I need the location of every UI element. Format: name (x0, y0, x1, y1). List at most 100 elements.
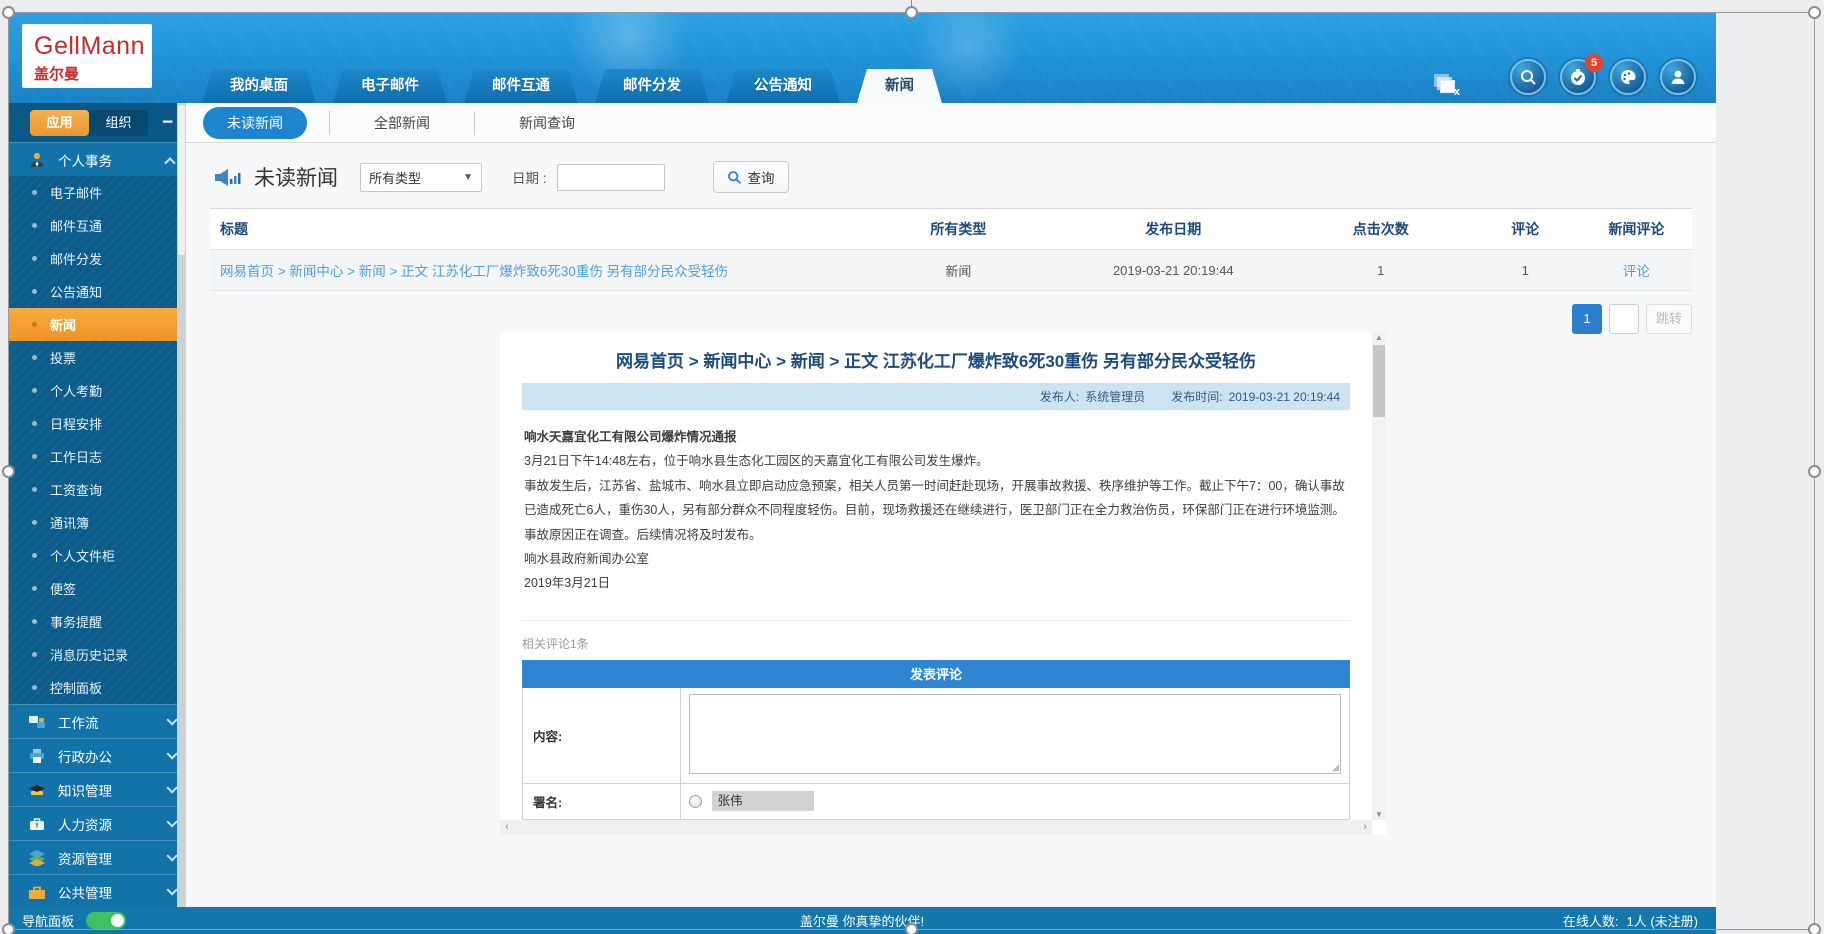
sidebar-group-hr[interactable]: 人力资源 (8, 806, 186, 840)
graduation-icon (29, 784, 45, 795)
sidebar-group-public[interactable]: 公共管理 (8, 874, 186, 907)
detail-vertical-scrollbar[interactable]: ▲ ▼ (1372, 332, 1386, 820)
comment-content-textarea[interactable] (689, 693, 1341, 774)
sidebar-mode-org[interactable]: 组织 (89, 110, 148, 136)
clear-windows-icon[interactable]: x (1434, 74, 1460, 98)
theme-button[interactable] (1610, 59, 1646, 95)
user-button[interactable] (1660, 59, 1696, 95)
sidebar-item-label: 控制面板 (50, 681, 103, 696)
sidebar-item-news[interactable]: 新闻 (8, 308, 186, 341)
sidebar-item-email[interactable]: 电子邮件 (8, 176, 186, 209)
nav-panel-toggle[interactable] (86, 912, 127, 929)
sidebar-scrollbar[interactable] (177, 103, 186, 907)
sidebar-scrollbar-thumb[interactable] (178, 105, 185, 255)
sidebar-group-admin-office[interactable]: 行政办公 (8, 738, 186, 772)
tasks-button[interactable]: 5 (1560, 54, 1603, 95)
page-jump-button[interactable]: 跳转 (1645, 304, 1692, 334)
col-type: 所有类型 (862, 208, 1055, 250)
page-title: 未读新闻 (254, 167, 338, 190)
page-jump-input[interactable] (1608, 304, 1639, 334)
sidebar-item-schedule[interactable]: 日程安排 (8, 407, 186, 440)
logo: GellMann 盖尔曼 (22, 24, 152, 88)
handle-bottom-right[interactable] (1808, 923, 1821, 934)
sidebar-item-reminders[interactable]: 事务提醒 (8, 605, 186, 638)
scroll-down-arrow-icon[interactable]: ▼ (1372, 810, 1386, 819)
cell-date: 2019-03-21 20:19:44 (1054, 249, 1292, 291)
news-title-link[interactable]: 网易首页 > 新闻中心 > 新闻 > 正文 江苏化工厂爆炸致6死30重伤 另有部… (220, 264, 728, 279)
app-window: GellMann 盖尔曼 我的桌面 电子邮件 邮件互通 邮件分发 公告通知 新闻… (8, 12, 1716, 934)
handle-bottom-center[interactable] (905, 923, 918, 934)
sidebar-group-resources[interactable]: 资源管理 (8, 840, 186, 874)
signature-radio[interactable] (689, 794, 702, 808)
sidebar-item-attendance[interactable]: 个人考勤 (8, 374, 186, 407)
filter-toolbar: 未读新闻 所有类型 ▼ 日期 : 查询 (212, 160, 1716, 194)
logo-subtitle: 盖尔曼 (34, 66, 80, 83)
subtab-bar: 未读新闻 全部新闻 新闻查询 (186, 103, 1716, 143)
sidebar-item-control-panel[interactable]: 控制面板 (8, 671, 186, 704)
handle-bottom-left[interactable] (2, 923, 15, 934)
date-input[interactable] (556, 163, 665, 191)
sidebar-item-file-cabinet[interactable]: 个人文件柜 (8, 539, 186, 572)
body-paragraph: 响水天嘉宜化工有限公司爆炸情况通报 (524, 430, 737, 444)
sidebar-item-vote[interactable]: 投票 (8, 341, 186, 374)
handle-top-center[interactable] (905, 6, 918, 19)
bullet-icon (32, 454, 37, 459)
sidebar-mode-bar: 应用 组织 − (8, 103, 186, 142)
bullet-icon (32, 586, 37, 591)
sidebar-item-label: 邮件分发 (50, 252, 103, 267)
subtab-news-search[interactable]: 新闻查询 (475, 113, 619, 133)
type-select[interactable]: 所有类型 ▼ (360, 162, 482, 192)
tab-announcements[interactable]: 公告通知 (726, 69, 840, 103)
sidebar-item-notes[interactable]: 便签 (8, 572, 186, 605)
tab-mail-exchange[interactable]: 邮件互通 (464, 69, 578, 103)
sidebar-group-label: 个人事务 (58, 153, 112, 169)
sidebar-item-contacts[interactable]: 通讯簿 (8, 506, 186, 539)
handle-top-right[interactable] (1808, 6, 1821, 19)
sidebar-group-personal[interactable]: 个人事务 (8, 142, 186, 176)
subtab-all-news[interactable]: 全部新闻 (330, 113, 474, 133)
tab-my-desktop[interactable]: 我的桌面 (202, 69, 316, 103)
handle-top-left[interactable] (2, 6, 15, 19)
query-button[interactable]: 查询 (712, 161, 789, 193)
signature-name: 张伟 (712, 791, 815, 812)
sidebar-collapse-button[interactable]: − (162, 112, 173, 133)
sidebar-mode-app[interactable]: 应用 (30, 109, 89, 136)
scroll-up-arrow-icon[interactable]: ▲ (1372, 333, 1386, 342)
publisher-value: 系统管理员 (1085, 390, 1146, 404)
table-header-row: 标题 所有类型 发布日期 点击次数 评论 新闻评论 (210, 208, 1692, 250)
col-comments: 评论 (1469, 208, 1581, 250)
detail-horizontal-scrollbar[interactable]: ‹ › (500, 820, 1372, 835)
search-button[interactable] (1510, 59, 1546, 95)
scroll-right-arrow-icon[interactable]: › (1363, 820, 1367, 835)
type-select-value: 所有类型 (369, 170, 422, 186)
sidebar-item-label: 新闻 (50, 318, 77, 333)
content-area: 未读新闻 全部新闻 新闻查询 未读新闻 所有类型 ▼ 日期 : 查询 标题 所有… (186, 103, 1716, 907)
printer-icon (30, 748, 44, 763)
page-number-current[interactable]: 1 (1571, 304, 1602, 334)
tab-news[interactable]: 新闻 (857, 69, 942, 103)
sidebar-group-workflow[interactable]: 工作流 (8, 704, 186, 738)
bullet-icon (32, 553, 37, 558)
sidebar-item-mail-exchange[interactable]: 邮件互通 (8, 209, 186, 242)
search-icon (1521, 70, 1536, 85)
sidebar-item-message-history[interactable]: 消息历史记录 (8, 638, 186, 671)
sidebar-item-work-log[interactable]: 工作日志 (8, 440, 186, 473)
subtab-unread-news[interactable]: 未读新闻 (203, 106, 307, 139)
scroll-left-arrow-icon[interactable]: ‹ (505, 820, 509, 835)
comment-action-link[interactable]: 评论 (1623, 264, 1650, 279)
tab-email[interactable]: 电子邮件 (333, 69, 447, 103)
handle-middle-right[interactable] (1808, 465, 1821, 478)
news-table: 标题 所有类型 发布日期 点击次数 评论 新闻评论 网易首页 > 新闻中心 > … (210, 208, 1692, 291)
sidebar-group-knowledge[interactable]: 知识管理 (8, 772, 186, 806)
handle-middle-left[interactable] (2, 465, 15, 478)
bullet-icon (32, 421, 37, 426)
bullet-icon (32, 322, 37, 327)
bullet-icon (32, 652, 37, 657)
footer-slogan: 盖尔曼 你真挚的伙伴! (799, 914, 925, 929)
detail-vscroll-thumb[interactable] (1373, 345, 1385, 417)
sidebar-item-announcements[interactable]: 公告通知 (8, 275, 186, 308)
sidebar-item-mail-dispatch[interactable]: 邮件分发 (8, 242, 186, 275)
sidebar-item-salary[interactable]: 工资查询 (8, 473, 186, 506)
publish-time-value: 2019-03-21 20:19:44 (1228, 389, 1340, 404)
tab-mail-dispatch[interactable]: 邮件分发 (595, 69, 709, 103)
